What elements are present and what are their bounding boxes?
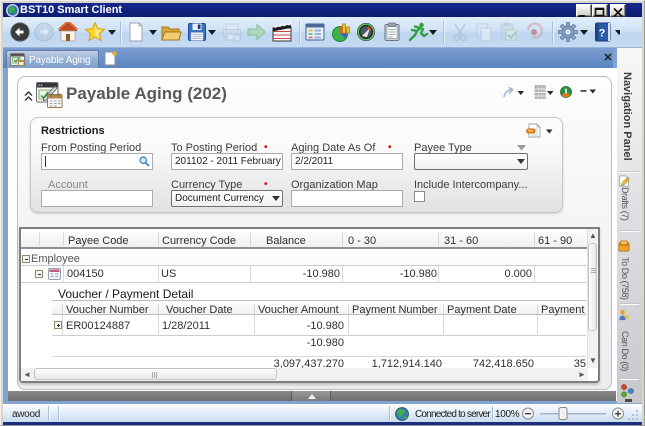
svg-text:?: ? — [599, 28, 606, 40]
